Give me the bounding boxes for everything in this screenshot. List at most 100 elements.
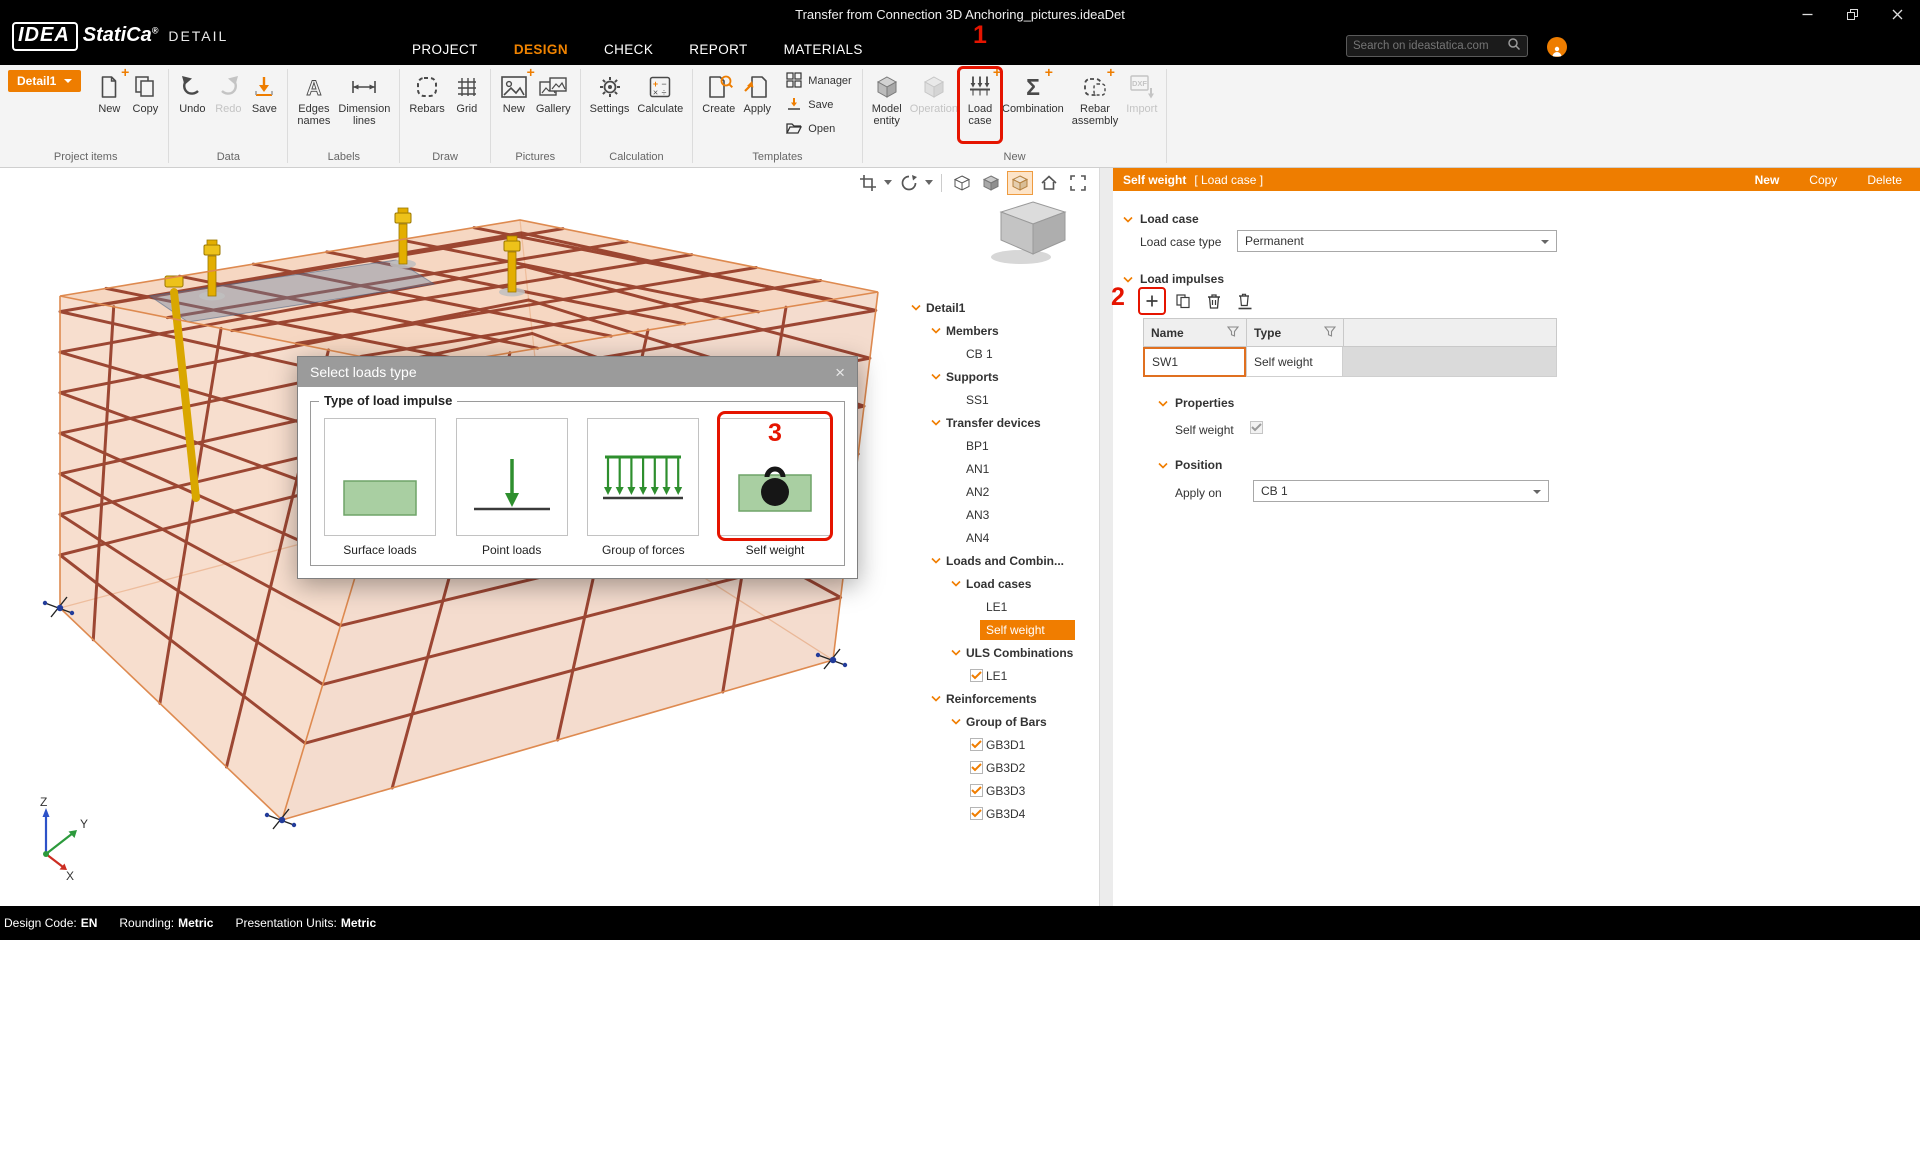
impulse-name-cell[interactable]: SW1 [1143, 347, 1246, 377]
section-load-impulses[interactable]: Load impulses [1123, 272, 1224, 286]
tree-item-ss1[interactable]: SS1 [905, 388, 1101, 411]
ribbon-button-edges-names[interactable]: AEdges names [293, 69, 334, 128]
apply-on-select[interactable]: CB 1 [1253, 480, 1549, 502]
tree-item-detail1[interactable]: Detail1 [905, 296, 1101, 319]
tree-item-an1[interactable]: AN1 [905, 457, 1101, 480]
ribbon-button-rebar-assembly[interactable]: +Rebar assembly [1068, 69, 1122, 128]
load-type-tile-surface-loads[interactable]: Surface loads [321, 418, 439, 557]
tree-item-group-of-bars[interactable]: Group of Bars [905, 710, 1101, 733]
tree-item-le1[interactable]: LE1 [905, 664, 1101, 687]
load-case-type-select[interactable]: Permanent [1237, 230, 1557, 252]
chevron-down-icon[interactable] [949, 718, 963, 725]
column-header-type[interactable]: Type [1247, 319, 1344, 346]
maximize-icon[interactable] [1830, 0, 1875, 28]
tree-item-gb3d4[interactable]: GB3D4 [905, 802, 1101, 825]
point-loads-icon[interactable] [456, 418, 568, 536]
ribbon-button-model-entity[interactable]: Model entity [868, 69, 906, 128]
chevron-down-icon[interactable] [929, 419, 943, 426]
tree-item-an3[interactable]: AN3 [905, 503, 1101, 526]
checkbox[interactable] [970, 807, 983, 820]
ribbon-button-save[interactable]: Save [246, 69, 282, 116]
view-cube[interactable] [983, 194, 1083, 271]
chevron-down-icon[interactable] [884, 180, 893, 186]
ribbon-button-create[interactable]: Create [698, 69, 739, 116]
section-position[interactable]: Position [1158, 458, 1222, 472]
zoom-fit-icon[interactable] [1065, 171, 1091, 195]
chevron-down-icon[interactable] [929, 695, 943, 702]
column-header-name[interactable]: Name [1144, 319, 1247, 346]
section-load-case[interactable]: Load case [1123, 212, 1199, 226]
surface-loads-icon[interactable] [324, 418, 436, 536]
tree-item-cb-1[interactable]: CB 1 [905, 342, 1101, 365]
tab-report[interactable]: REPORT [689, 42, 747, 57]
tree-item-gb3d2[interactable]: GB3D2 [905, 756, 1101, 779]
search-icon[interactable] [1507, 37, 1521, 56]
ribbon-button-combination[interactable]: Σ+Combination [998, 69, 1068, 116]
load-type-tile-self-weight[interactable]: 3Self weight [716, 418, 834, 557]
filter-icon[interactable] [1324, 326, 1336, 340]
tree-item-gb3d1[interactable]: GB3D1 [905, 733, 1101, 756]
minimize-icon[interactable] [1785, 0, 1830, 28]
tree-item-load-cases[interactable]: Load cases [905, 572, 1101, 595]
add-impulse-button[interactable]: 2 [1141, 290, 1163, 312]
chevron-down-icon[interactable] [1158, 458, 1168, 472]
chevron-down-icon[interactable] [909, 304, 923, 311]
load-type-tile-group-of-forces[interactable]: Group of forces [584, 418, 702, 557]
tree-item-bp1[interactable]: BP1 [905, 434, 1101, 457]
section-properties[interactable]: Properties [1158, 396, 1234, 410]
tree-item-reinforcements[interactable]: Reinforcements [905, 687, 1101, 710]
chevron-down-icon[interactable] [1123, 212, 1133, 226]
chevron-down-icon[interactable] [1158, 396, 1168, 410]
ribbon-button-open[interactable]: Open [781, 117, 856, 141]
group-of-forces-icon[interactable] [587, 418, 699, 536]
checkbox[interactable] [970, 784, 983, 797]
tree-item-gb3d3[interactable]: GB3D3 [905, 779, 1101, 802]
ribbon-button-manager[interactable]: Manager [781, 69, 856, 93]
delete-impulse-button[interactable] [1203, 290, 1225, 312]
ribbon-button-grid[interactable]: Grid [449, 69, 485, 116]
ribbon-button-apply[interactable]: Apply [739, 69, 775, 116]
tab-project[interactable]: PROJECT [412, 42, 478, 57]
tab-materials[interactable]: MATERIALS [784, 42, 863, 57]
dialog-header[interactable]: Select loads type × [298, 357, 857, 387]
chevron-down-icon[interactable] [949, 580, 963, 587]
cube-wireframe-icon[interactable] [949, 171, 975, 195]
self-weight-checkbox[interactable] [1250, 421, 1263, 434]
tree-item-le1[interactable]: LE1 [905, 595, 1101, 618]
tree-item-an4[interactable]: AN4 [905, 526, 1101, 549]
tree-item-transfer-devices[interactable]: Transfer devices [905, 411, 1101, 434]
tab-check[interactable]: CHECK [604, 42, 653, 57]
tree-item-loads-and-combin[interactable]: Loads and Combin... [905, 549, 1101, 572]
chevron-down-icon[interactable] [929, 557, 943, 564]
cube-transparent-icon[interactable] [1007, 171, 1033, 195]
delete-all-impulse-button[interactable] [1234, 290, 1256, 312]
cube-shaded-icon[interactable] [978, 171, 1004, 195]
ribbon-button-rebars[interactable]: Rebars [405, 69, 448, 116]
chevron-down-icon[interactable] [929, 373, 943, 380]
tree-item-supports[interactable]: Supports [905, 365, 1101, 388]
delete-button[interactable]: Delete [1867, 173, 1902, 187]
orbit-icon[interactable] [896, 171, 922, 195]
ribbon-button-save[interactable]: Save [781, 93, 856, 117]
close-icon[interactable] [1875, 0, 1920, 28]
chevron-down-icon[interactable] [925, 180, 934, 186]
tree-item-members[interactable]: Members [905, 319, 1101, 342]
checkbox[interactable] [970, 761, 983, 774]
filter-icon[interactable] [1227, 326, 1239, 340]
ribbon-button-load-case[interactable]: +Load case1 [962, 69, 998, 128]
tab-design[interactable]: DESIGN [514, 42, 568, 57]
impulse-type-cell[interactable]: Self weight [1246, 347, 1343, 377]
chevron-down-icon[interactable] [949, 649, 963, 656]
close-icon[interactable]: × [835, 364, 845, 381]
tree-item-uls-combinations[interactable]: ULS Combinations [905, 641, 1101, 664]
user-badge-icon[interactable] [1547, 37, 1567, 57]
impulse-row-sw1[interactable]: SW1Self weight [1143, 347, 1557, 377]
tree-item-self-weight[interactable]: Self weight [905, 618, 1101, 641]
self-weight-icon[interactable]: 3 [719, 418, 831, 536]
viewport[interactable]: ZYX Detail1MembersCB 1SupportsSS1Transfe… [0, 168, 1100, 906]
ribbon-button-settings[interactable]: Settings [586, 69, 634, 116]
load-type-tile-point-loads[interactable]: Point loads [453, 418, 571, 557]
home-view-icon[interactable] [1036, 171, 1062, 195]
chevron-down-icon[interactable] [929, 327, 943, 334]
ribbon-button-new[interactable]: +New [496, 69, 532, 116]
